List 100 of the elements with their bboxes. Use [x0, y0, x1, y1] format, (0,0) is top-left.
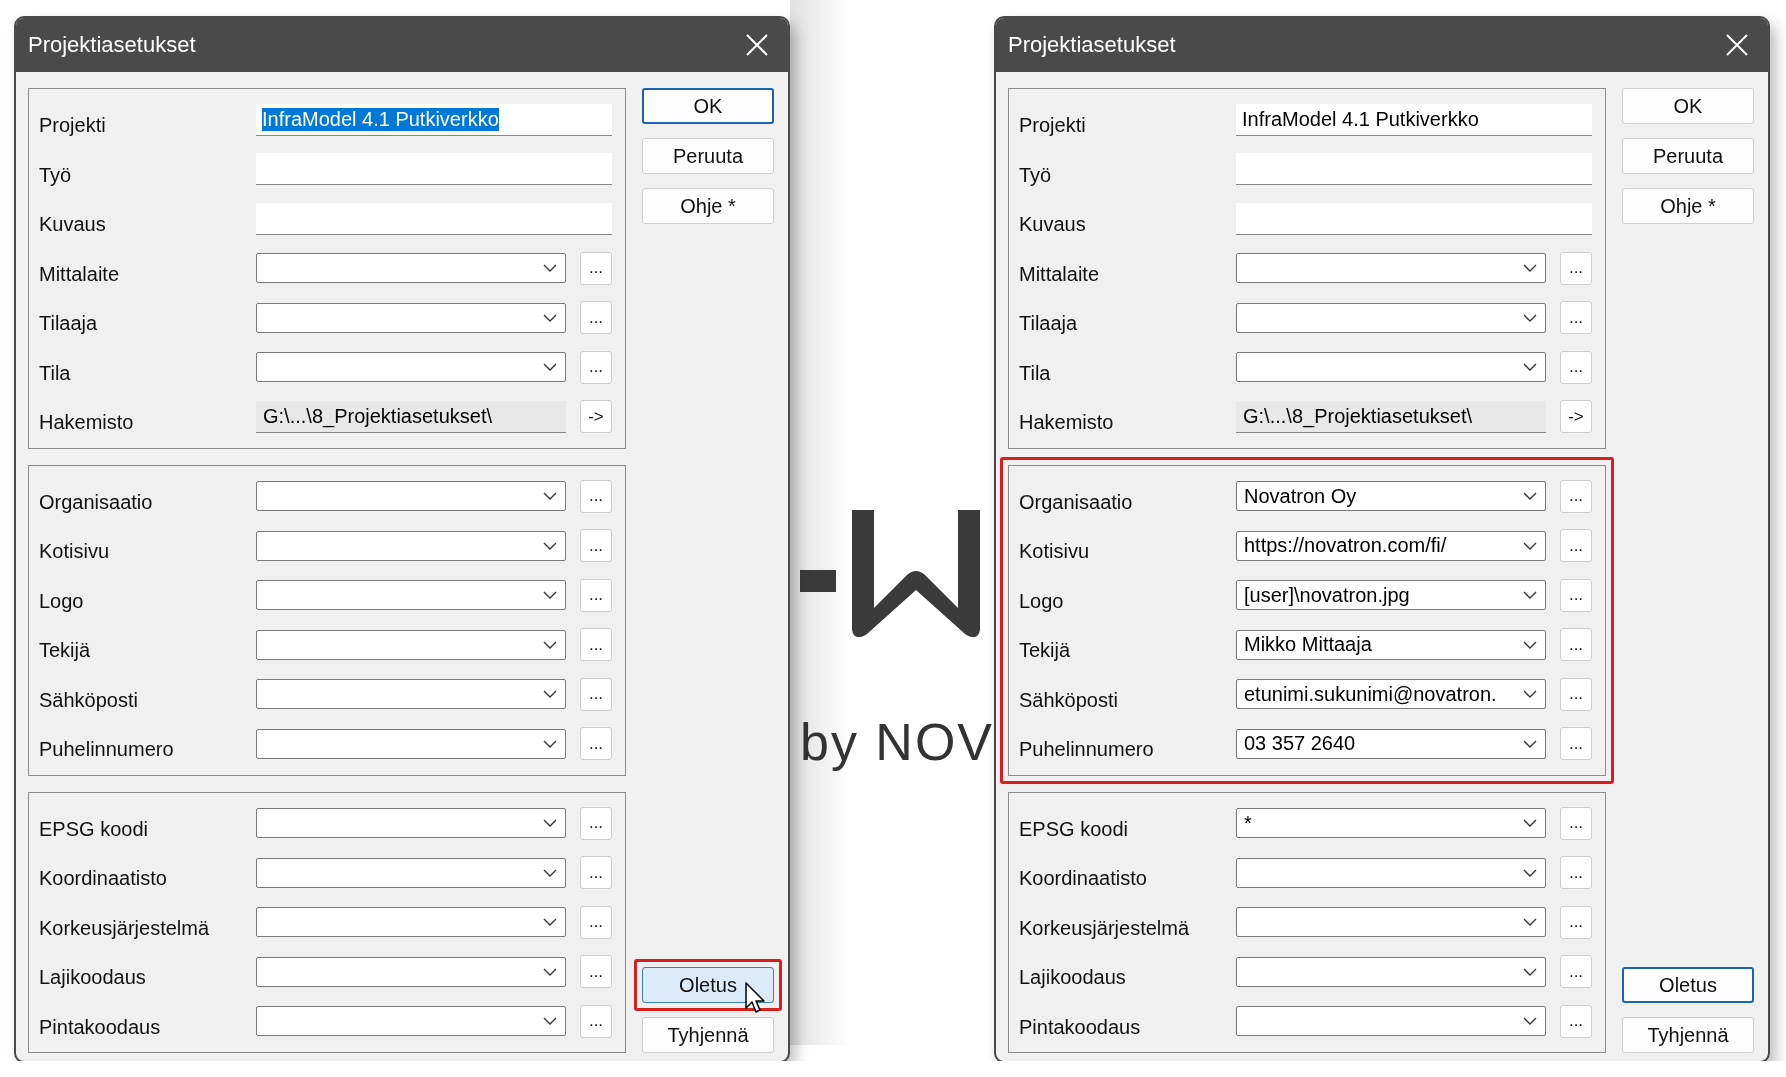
- text-field[interactable]: [256, 153, 612, 186]
- dropdown-field[interactable]: [256, 956, 566, 987]
- dropdown-field[interactable]: etunimi.sukunimi@novatron.: [1236, 679, 1546, 710]
- dialog-button[interactable]: Ohje *: [642, 188, 774, 224]
- field-label: EPSG koodi: [1019, 816, 1129, 841]
- browse-button[interactable]: ...: [580, 727, 612, 761]
- dialog-button[interactable]: Peruuta: [642, 138, 774, 174]
- browse-button[interactable]: ...: [580, 955, 612, 989]
- dialog-button[interactable]: Oletus: [1622, 967, 1754, 1003]
- dropdown-field[interactable]: [1236, 1006, 1546, 1037]
- chevron-down-icon: [543, 819, 557, 828]
- dropdown-field[interactable]: [256, 481, 566, 512]
- text-field[interactable]: InfraModel 4.1 Putkiverkko: [256, 103, 612, 136]
- dropdown-field[interactable]: [1236, 302, 1546, 333]
- browse-button[interactable]: ...: [1560, 350, 1592, 384]
- chevron-down-icon: [543, 264, 557, 273]
- field-label: Sähköposti: [1019, 687, 1119, 712]
- dialog-button[interactable]: Tyhjennä: [642, 1017, 774, 1053]
- close-icon[interactable]: [746, 34, 768, 56]
- field-label: Korkeusjärjestelmä: [1019, 915, 1191, 940]
- chevron-down-icon: [543, 967, 557, 976]
- dropdown-field[interactable]: [256, 352, 566, 383]
- dropdown-field[interactable]: [256, 580, 566, 611]
- browse-button[interactable]: ...: [1560, 955, 1592, 989]
- field-label: Lajikoodaus: [1019, 965, 1127, 990]
- text-field[interactable]: [1236, 202, 1592, 235]
- dropdown-field[interactable]: [256, 808, 566, 839]
- browse-button[interactable]: ...: [1560, 1004, 1592, 1038]
- field-label: Lajikoodaus: [39, 965, 147, 990]
- browse-button[interactable]: ...: [580, 529, 612, 563]
- browse-button[interactable]: ...: [580, 1004, 612, 1038]
- dialog-button[interactable]: OK: [642, 88, 774, 124]
- dialog-button[interactable]: Ohje *: [1622, 188, 1754, 224]
- chevron-down-icon: [543, 868, 557, 877]
- path-field: G:\...\8_Projektiasetukset\: [256, 400, 566, 433]
- chevron-down-icon: [1523, 1017, 1537, 1026]
- dialog-button[interactable]: Peruuta: [1622, 138, 1754, 174]
- dropdown-field[interactable]: [256, 530, 566, 561]
- browse-button[interactable]: ...: [1560, 529, 1592, 563]
- text-field[interactable]: [1236, 153, 1592, 186]
- browse-button[interactable]: ...: [1560, 301, 1592, 335]
- dropdown-field[interactable]: [256, 1006, 566, 1037]
- dialog-button[interactable]: Oletus: [642, 967, 774, 1003]
- chevron-down-icon: [1523, 690, 1537, 699]
- chevron-down-icon: [543, 492, 557, 501]
- browse-button[interactable]: ...: [580, 856, 612, 890]
- dropdown-field[interactable]: [256, 907, 566, 938]
- dropdown-field[interactable]: Novatron Oy: [1236, 481, 1546, 512]
- field-label: Organisaatio: [39, 489, 154, 514]
- dropdown-field[interactable]: [1236, 857, 1546, 888]
- chevron-down-icon: [543, 363, 557, 372]
- browse-button[interactable]: ...: [1560, 578, 1592, 612]
- open-folder-button[interactable]: ->: [580, 400, 612, 434]
- chevron-down-icon: [1523, 492, 1537, 501]
- browse-button[interactable]: ...: [1560, 677, 1592, 711]
- field-label: Puhelinnumero: [39, 737, 175, 762]
- field-label: Projekti: [1019, 113, 1087, 138]
- field-label: Logo: [1019, 588, 1065, 613]
- dialog-button[interactable]: Tyhjennä: [1622, 1017, 1754, 1053]
- dropdown-field[interactable]: [1236, 253, 1546, 284]
- open-folder-button[interactable]: ->: [1560, 400, 1592, 434]
- browse-button[interactable]: ...: [1560, 628, 1592, 662]
- browse-button[interactable]: ...: [1560, 479, 1592, 513]
- dropdown-field[interactable]: [256, 253, 566, 284]
- dropdown-field[interactable]: [user]\novatron.jpg: [1236, 580, 1546, 611]
- dropdown-field[interactable]: [1236, 956, 1546, 987]
- dropdown-field[interactable]: 03 357 2640: [1236, 728, 1546, 759]
- dropdown-field[interactable]: *: [1236, 808, 1546, 839]
- browse-button[interactable]: ...: [580, 251, 612, 285]
- dropdown-field[interactable]: [256, 857, 566, 888]
- field-label: Tilaaja: [1019, 311, 1079, 336]
- browse-button[interactable]: ...: [580, 301, 612, 335]
- dropdown-field[interactable]: Mikko Mittaaja: [1236, 629, 1546, 660]
- browse-button[interactable]: ...: [580, 350, 612, 384]
- text-field[interactable]: InfraModel 4.1 Putkiverkko: [1236, 103, 1592, 136]
- dropdown-field[interactable]: [256, 728, 566, 759]
- dropdown-field[interactable]: [256, 629, 566, 660]
- browse-button[interactable]: ...: [580, 806, 612, 840]
- dropdown-field[interactable]: https://novatron.com/fi/: [1236, 530, 1546, 561]
- window-title: Projektiasetukset: [28, 32, 196, 58]
- browse-button[interactable]: ...: [580, 628, 612, 662]
- browse-button[interactable]: ...: [1560, 806, 1592, 840]
- chevron-down-icon: [543, 640, 557, 649]
- dropdown-field[interactable]: [1236, 907, 1546, 938]
- browse-button[interactable]: ...: [1560, 727, 1592, 761]
- text-field[interactable]: [256, 202, 612, 235]
- close-icon[interactable]: [1726, 34, 1748, 56]
- field-label: Korkeusjärjestelmä: [39, 915, 211, 940]
- dropdown-field[interactable]: [256, 679, 566, 710]
- dropdown-field[interactable]: [1236, 352, 1546, 383]
- browse-button[interactable]: ...: [580, 578, 612, 612]
- browse-button[interactable]: ...: [1560, 856, 1592, 890]
- dialog-button[interactable]: OK: [1622, 88, 1754, 124]
- browse-button[interactable]: ...: [580, 479, 612, 513]
- browse-button[interactable]: ...: [580, 677, 612, 711]
- browse-button[interactable]: ...: [1560, 905, 1592, 939]
- field-label: Kotisivu: [39, 539, 111, 564]
- browse-button[interactable]: ...: [580, 905, 612, 939]
- dropdown-field[interactable]: [256, 302, 566, 333]
- browse-button[interactable]: ...: [1560, 251, 1592, 285]
